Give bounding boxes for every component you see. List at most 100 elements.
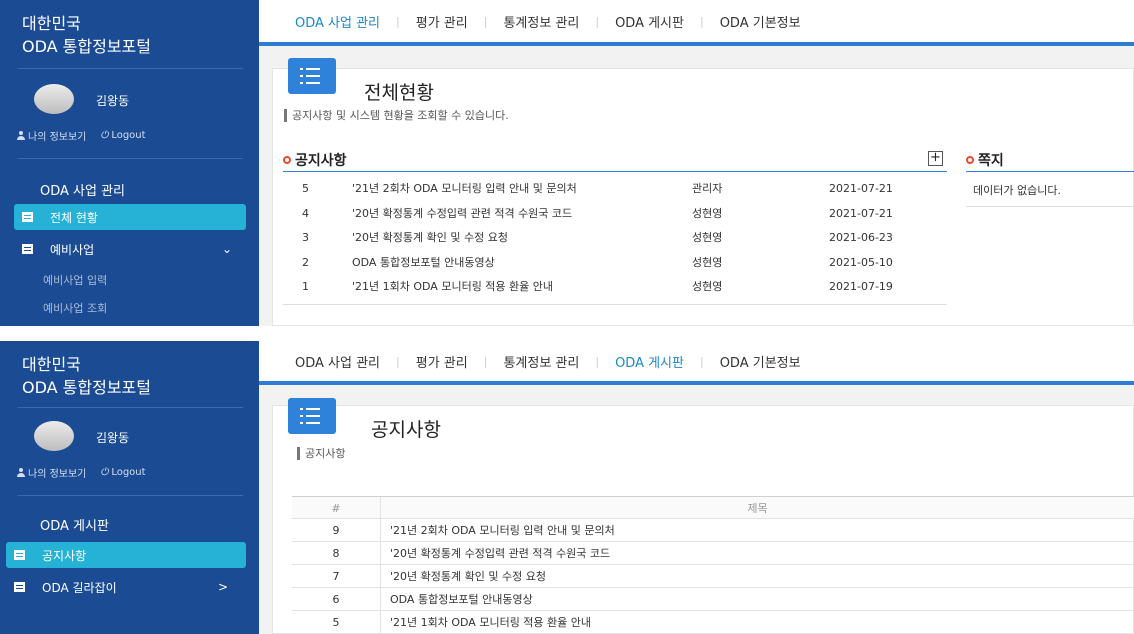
notice-divider bbox=[283, 304, 947, 305]
brand-line-2: ODA 통합정보포털 bbox=[22, 378, 151, 397]
logout-link[interactable]: ⏻ Logout bbox=[100, 128, 145, 143]
notice-author: 관리자 bbox=[692, 182, 723, 196]
table-row[interactable]: 5 '21년 1회차 ODA 모니터링 적용 환율 안내 bbox=[292, 611, 1134, 634]
nav-item-statistics[interactable]: 통계정보 관리 bbox=[503, 352, 579, 371]
sidebar-item-preliminary-project[interactable]: 예비사업 ⌄ bbox=[14, 236, 246, 262]
nav-underline bbox=[259, 42, 1134, 46]
sidebar-item-label: 예비사업 bbox=[50, 242, 95, 257]
nav-item-basic-info[interactable]: ODA 기본정보 bbox=[720, 352, 801, 371]
document-icon bbox=[22, 212, 33, 222]
sidebar-divider bbox=[18, 495, 243, 496]
screenshot-dashboard: 대한민국 ODA 통합정보포털 김왕동 나의 정보보기 ⏻ Logout ODA … bbox=[0, 0, 1134, 326]
my-info-link[interactable]: 나의 정보보기 bbox=[17, 465, 86, 480]
sidebar-item-label: 공지사항 bbox=[42, 548, 87, 563]
nav-item-evaluation[interactable]: 평가 관리 bbox=[416, 352, 468, 371]
notice-title-text: '21년 2회차 ODA 모니터링 입력 안내 및 문의처 bbox=[352, 182, 577, 196]
notice-number: 1 bbox=[302, 279, 309, 293]
message-empty-text: 데이터가 없습니다. bbox=[973, 184, 1061, 197]
user-name: 김왕동 bbox=[96, 431, 130, 445]
nav-item-board[interactable]: ODA 게시판 bbox=[615, 12, 684, 31]
sidebar-item-notices[interactable]: 공지사항 bbox=[6, 542, 246, 568]
desc-bar bbox=[284, 108, 287, 122]
brand-logo[interactable]: 대한민국 ODA 통합정보포털 bbox=[22, 12, 151, 58]
logout-link[interactable]: ⏻ Logout bbox=[100, 465, 145, 480]
notice-header: 공지사항 + bbox=[283, 148, 947, 172]
table-row[interactable]: 6 ODA 통합정보포털 안내동영상 bbox=[292, 588, 1134, 611]
notice-title-text: '20년 확정통계 수정입력 관련 적격 수원국 코드 bbox=[352, 207, 573, 221]
notice-number: 3 bbox=[302, 230, 309, 244]
table-row[interactable]: 7 '20년 확정통계 확인 및 수정 요청 bbox=[292, 565, 1134, 588]
notice-row[interactable]: 2 ODA 통합정보포털 안내동영상 성현영 2021-05-10 bbox=[283, 250, 947, 274]
chevron-down-icon: ⌄ bbox=[221, 242, 232, 256]
nav-item-project-management[interactable]: ODA 사업 관리 bbox=[295, 12, 380, 31]
sidebar: 대한민국 ODA 통합정보포털 김왕동 나의 정보보기 ⏻ Logout ODA … bbox=[0, 341, 259, 634]
power-icon: ⏻ bbox=[100, 130, 109, 141]
logout-label: Logout bbox=[111, 130, 146, 141]
notice-number: 4 bbox=[302, 206, 309, 220]
table-cell-number: 6 bbox=[292, 588, 381, 610]
sidebar-item-label: 전체 현황 bbox=[50, 210, 98, 225]
sidebar-divider bbox=[18, 407, 243, 408]
table-cell-title[interactable]: ODA 통합정보포털 안내동영상 bbox=[390, 588, 533, 611]
nav-item-basic-info[interactable]: ODA 기본정보 bbox=[720, 12, 801, 31]
avatar bbox=[34, 84, 74, 114]
notice-title-text: '21년 1회차 ODA 모니터링 적용 환율 안내 bbox=[352, 280, 554, 294]
avatar bbox=[34, 421, 74, 451]
sidebar-subitem-query[interactable]: 예비사업 조회 bbox=[43, 300, 107, 316]
table-cell-number: 5 bbox=[292, 611, 381, 633]
notice-author: 성현영 bbox=[692, 256, 723, 270]
page-description: 공지사항 bbox=[297, 445, 345, 461]
notice-row[interactable]: 3 '20년 확정통계 확인 및 수정 요청 성현영 2021-06-23 bbox=[283, 225, 947, 249]
message-title: 쪽지 bbox=[978, 152, 1004, 169]
circle-bullet-icon bbox=[966, 155, 974, 164]
notice-number: 2 bbox=[302, 255, 309, 269]
message-divider bbox=[966, 206, 1134, 207]
table-cell-title[interactable]: '21년 1회차 ODA 모니터링 적용 환율 안내 bbox=[390, 611, 591, 634]
table-cell-title[interactable]: '21년 2회차 ODA 모니터링 입력 안내 및 문의처 bbox=[390, 519, 615, 542]
nav-item-evaluation[interactable]: 평가 관리 bbox=[416, 12, 468, 31]
sidebar-item-label: ODA 길라잡이 bbox=[42, 580, 117, 595]
nav-separator: | bbox=[396, 354, 400, 368]
nav-item-board[interactable]: ODA 게시판 bbox=[615, 352, 684, 371]
nav-underline bbox=[259, 381, 1134, 385]
table-row[interactable]: 9 '21년 2회차 ODA 모니터링 입력 안내 및 문의처 bbox=[292, 519, 1134, 542]
table-cell-title[interactable]: '20년 확정통계 확인 및 수정 요청 bbox=[390, 565, 546, 588]
my-info-link[interactable]: 나의 정보보기 bbox=[17, 128, 86, 143]
sidebar-item-overview[interactable]: 전체 현황 bbox=[14, 204, 246, 230]
brand-line-1: 대한민국 bbox=[22, 355, 81, 374]
table-row[interactable]: 8 '20년 확정통계 수정입력 관련 적격 수원국 코드 bbox=[292, 542, 1134, 565]
notice-author: 성현영 bbox=[692, 231, 723, 245]
sidebar-item-oda-guide[interactable]: ODA 길라잡이 > bbox=[6, 574, 246, 600]
menu-icon[interactable] bbox=[288, 58, 336, 94]
notice-row[interactable]: 5 '21년 2회차 ODA 모니터링 입력 안내 및 문의처 관리자 2021… bbox=[283, 176, 947, 200]
notice-row[interactable]: 1 '21년 1회차 ODA 모니터링 적용 환율 안내 성현영 2021-07… bbox=[283, 274, 947, 298]
table-cell-title[interactable]: '20년 확정통계 수정입력 관련 적격 수원국 코드 bbox=[390, 542, 610, 565]
person-icon bbox=[17, 468, 25, 477]
notice-title: 공지사항 bbox=[295, 152, 347, 169]
user-links: 나의 정보보기 ⏻ Logout bbox=[17, 128, 146, 143]
table-header-row: # 제목 bbox=[292, 496, 1134, 519]
notice-author: 성현영 bbox=[692, 280, 723, 294]
chevron-right-icon: > bbox=[217, 580, 228, 594]
notice-number: 5 bbox=[302, 181, 309, 195]
nav-separator: | bbox=[483, 354, 488, 368]
nav-separator: | bbox=[595, 14, 600, 28]
table-cell-number: 7 bbox=[292, 565, 381, 587]
plus-icon[interactable]: + bbox=[928, 151, 943, 166]
top-nav: ODA 사업 관리 | 평가 관리 | 통계정보 관리 | ODA 게시판 | ODA … bbox=[259, 341, 1134, 381]
notice-row[interactable]: 4 '20년 확정통계 수정입력 관련 적격 수원국 코드 성현영 2021-0… bbox=[283, 201, 947, 225]
menu-icon[interactable] bbox=[288, 398, 336, 434]
sidebar-divider bbox=[18, 68, 243, 69]
nav-item-project-management[interactable]: ODA 사업 관리 bbox=[295, 352, 380, 371]
logout-label: Logout bbox=[111, 467, 146, 478]
top-nav: ODA 사업 관리 | 평가 관리 | 통계정보 관리 | ODA 게시판 | ODA … bbox=[259, 0, 1134, 42]
nav-item-statistics[interactable]: 통계정보 관리 bbox=[503, 12, 579, 31]
my-info-label: 나의 정보보기 bbox=[28, 469, 87, 480]
brand-logo[interactable]: 대한민국 ODA 통합정보포털 bbox=[22, 353, 151, 399]
sidebar-subitem-input[interactable]: 예비사업 입력 bbox=[43, 272, 107, 288]
nav-separator: | bbox=[699, 354, 704, 368]
notice-date: 2021-07-21 bbox=[829, 206, 893, 220]
power-icon: ⏻ bbox=[100, 467, 109, 478]
notice-date: 2021-07-19 bbox=[829, 279, 893, 293]
person-icon bbox=[17, 131, 25, 140]
